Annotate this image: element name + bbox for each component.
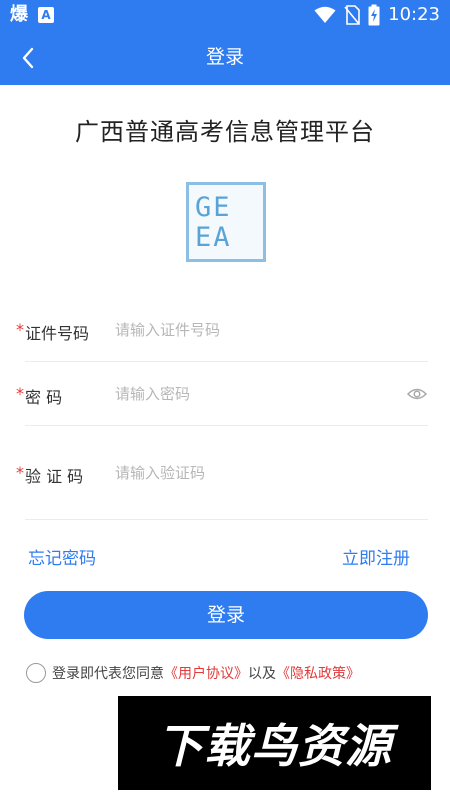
forgot-password-link[interactable]: 忘记密码 [28, 544, 96, 569]
status-bar: 爆 A 10:23 [0, 0, 450, 30]
register-link[interactable]: 立即注册 [342, 544, 410, 569]
page-title: 登录 [205, 46, 244, 68]
agreement-row: 登录即代表您同意 《用户协议》 以及 《隐私政策》 [26, 662, 360, 684]
required-mark: * [16, 463, 24, 482]
font-app-icon: A [38, 7, 54, 23]
no-sim-icon [344, 5, 360, 25]
captcha-input[interactable] [115, 461, 385, 485]
logo-text-line-1: GE [195, 192, 232, 223]
watermark-text: 下载鸟资源 [157, 719, 392, 773]
agreement-prefix: 登录即代表您同意 [52, 666, 164, 682]
app-notification-icon: 爆 [10, 4, 28, 25]
status-time: 10:23 [388, 4, 440, 25]
agreement-checkbox[interactable] [26, 663, 46, 683]
captcha-row: * 验 证 码 [16, 426, 428, 520]
logo-text-line-2: EA [195, 222, 232, 253]
id-number-label: 证件号码 [25, 324, 90, 343]
eye-icon[interactable] [406, 383, 428, 405]
status-left-icons: 爆 A [10, 3, 54, 27]
geea-logo: GE EA [186, 182, 266, 262]
battery-charging-icon [368, 4, 380, 26]
user-agreement-link[interactable]: 《用户协议》 [164, 663, 248, 683]
wifi-icon [314, 6, 336, 23]
agreement-conjunction: 以及 [248, 666, 276, 682]
password-row: * 密 码 [16, 362, 428, 426]
status-right-icons: 10:23 [314, 0, 440, 30]
password-label: 密 码 [25, 388, 63, 407]
id-number-input[interactable] [115, 318, 385, 342]
privacy-policy-link[interactable]: 《隐私政策》 [276, 663, 360, 683]
password-input[interactable] [115, 382, 385, 406]
required-mark: * [16, 320, 24, 339]
login-button[interactable]: 登录 [24, 591, 428, 639]
divider [25, 519, 428, 520]
app-bar: 登录 [0, 30, 450, 85]
watermark: 下载鸟资源 [118, 696, 431, 790]
platform-title: 广西普通高考信息管理平台 [75, 118, 375, 146]
required-mark: * [16, 384, 24, 403]
id-number-row: * 证件号码 [16, 298, 428, 362]
captcha-label: 验 证 码 [25, 467, 84, 486]
